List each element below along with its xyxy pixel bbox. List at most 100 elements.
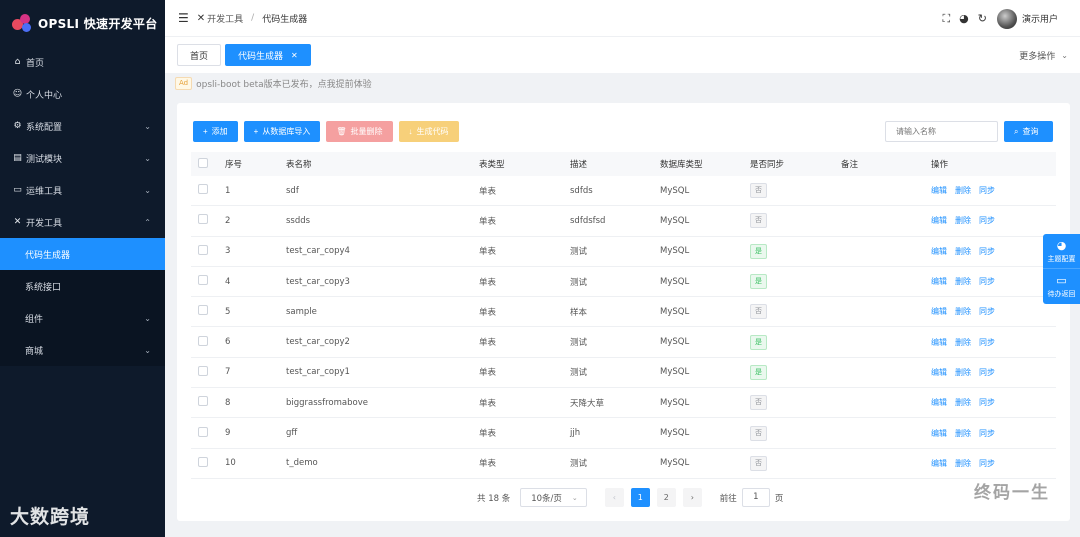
breadcrumb-parent[interactable]: 开发工具 bbox=[207, 12, 243, 25]
avatar[interactable] bbox=[996, 8, 1017, 29]
row-checkbox[interactable] bbox=[198, 305, 208, 316]
fullscreen-icon[interactable]: ⛶ bbox=[942, 12, 950, 26]
sync-cell: 是 bbox=[750, 334, 841, 350]
menu-toggle-icon[interactable]: ☰ bbox=[178, 11, 189, 25]
sidebar-subitem-2[interactable]: 组件 ⌄ bbox=[0, 302, 165, 334]
row-checkbox-cell[interactable] bbox=[191, 244, 225, 258]
generate-code-button[interactable]: ↓ 生成代码 bbox=[398, 121, 459, 142]
add-button[interactable]: + 添加 bbox=[193, 121, 238, 142]
edit-link[interactable]: 编辑 bbox=[931, 429, 947, 438]
edit-link[interactable]: 编辑 bbox=[931, 277, 947, 286]
row-checkbox[interactable] bbox=[198, 275, 208, 286]
row-checkbox-cell[interactable] bbox=[191, 365, 225, 379]
next-page-button[interactable]: › bbox=[682, 488, 702, 507]
sidebar-item-2[interactable]: ⚙ 系统配置 ⌄ bbox=[0, 110, 165, 142]
select-all-checkbox[interactable] bbox=[198, 157, 208, 168]
sync-link[interactable]: 同步 bbox=[979, 459, 995, 468]
chevron-down-icon: ⌄ bbox=[144, 121, 151, 131]
sidebar-item-0[interactable]: ⌂ 首页 bbox=[0, 46, 165, 78]
sync-link[interactable]: 同步 bbox=[979, 247, 995, 256]
edit-link[interactable]: 编辑 bbox=[931, 247, 947, 256]
row-checkbox-cell[interactable] bbox=[191, 396, 225, 409]
row-checkbox[interactable] bbox=[198, 214, 208, 225]
home-icon: ⌂ bbox=[14, 57, 21, 67]
page-size-select[interactable]: 10条/页 ⌄ bbox=[520, 488, 587, 507]
row-checkbox-cell[interactable] bbox=[191, 184, 225, 197]
table-row: 10 t_demo 单表 测试 MySQL 否 编辑 删除 同步 bbox=[191, 449, 1056, 479]
delete-link[interactable]: 删除 bbox=[955, 307, 971, 316]
tab-home[interactable]: 首页 bbox=[177, 44, 222, 66]
sync-link[interactable]: 同步 bbox=[979, 307, 995, 316]
row-checkbox[interactable] bbox=[198, 335, 208, 346]
edit-link[interactable]: 编辑 bbox=[931, 368, 947, 377]
goto-page-input[interactable]: 1 bbox=[741, 488, 770, 507]
close-icon[interactable]: ✕ bbox=[291, 51, 298, 60]
sidebar-subitem-3[interactable]: 商城 ⌄ bbox=[0, 334, 165, 366]
delete-link[interactable]: 删除 bbox=[955, 398, 971, 407]
palette-icon[interactable]: ◕ bbox=[959, 12, 969, 25]
row-checkbox-cell[interactable] bbox=[191, 305, 225, 318]
announcement-text[interactable]: opsli-boot beta版本已发布，点我提前体验 bbox=[196, 77, 372, 90]
row-actions: 编辑 删除 同步 bbox=[931, 367, 1056, 378]
row-checkbox-cell[interactable] bbox=[191, 214, 225, 227]
sync-link[interactable]: 同步 bbox=[979, 429, 995, 438]
sidebar-item-3[interactable]: ▤ 测试模块 ⌄ bbox=[0, 142, 165, 174]
edit-link[interactable]: 编辑 bbox=[931, 398, 947, 407]
row-checkbox-cell[interactable] bbox=[191, 335, 225, 349]
edit-link[interactable]: 编辑 bbox=[931, 459, 947, 468]
edit-link[interactable]: 编辑 bbox=[931, 338, 947, 347]
row-checkbox[interactable] bbox=[198, 426, 208, 437]
search-input[interactable] bbox=[885, 121, 998, 142]
sync-link[interactable]: 同步 bbox=[979, 216, 995, 225]
delete-link[interactable]: 删除 bbox=[955, 186, 971, 195]
feedback-button[interactable]: ▭ 待办返回 bbox=[1043, 269, 1080, 304]
announcement-bar[interactable]: Ad opsli-boot beta版本已发布，点我提前体验 bbox=[175, 74, 1080, 92]
import-from-db-button[interactable]: + 从数据库导入 bbox=[243, 121, 321, 142]
select-all-checkbox-cell[interactable] bbox=[191, 157, 225, 171]
sync-link[interactable]: 同步 bbox=[979, 186, 995, 195]
edit-link[interactable]: 编辑 bbox=[931, 307, 947, 316]
row-checkbox[interactable] bbox=[198, 244, 208, 255]
row-checkbox[interactable] bbox=[198, 184, 208, 195]
tab-code-generator[interactable]: 代码生成器 ✕ bbox=[225, 44, 311, 66]
delete-link[interactable]: 删除 bbox=[955, 338, 971, 347]
edit-link[interactable]: 编辑 bbox=[931, 216, 947, 225]
batch-delete-button[interactable]: 🗑 批量删除 bbox=[326, 121, 393, 142]
delete-link[interactable]: 删除 bbox=[955, 459, 971, 468]
db-type: MySQL bbox=[660, 306, 690, 317]
logo[interactable]: OPSLI 快速开发平台 bbox=[0, 0, 165, 46]
sidebar-subitem-1[interactable]: 系统接口 bbox=[0, 270, 165, 302]
row-checkbox-cell[interactable] bbox=[191, 275, 225, 288]
row-checkbox[interactable] bbox=[198, 396, 208, 407]
plus-icon: + bbox=[203, 127, 208, 136]
sidebar-subitem-0[interactable]: 代码生成器 bbox=[0, 238, 165, 270]
more-ops-dropdown[interactable]: 更多操作 ⌄ bbox=[1019, 37, 1068, 73]
page-button-1[interactable]: 1 bbox=[630, 488, 650, 507]
delete-link[interactable]: 删除 bbox=[955, 429, 971, 438]
edit-link[interactable]: 编辑 bbox=[931, 186, 947, 195]
delete-link[interactable]: 删除 bbox=[955, 247, 971, 256]
row-number: 9 bbox=[225, 428, 231, 439]
row-checkbox[interactable] bbox=[198, 456, 208, 467]
prev-page-button[interactable]: ‹ bbox=[604, 488, 624, 507]
user-name[interactable]: 演示用户 bbox=[1022, 12, 1058, 25]
sidebar-item-5[interactable]: ✕ 开发工具 ⌃ bbox=[0, 206, 165, 238]
theme-config-button[interactable]: ◕ 主题配置 bbox=[1043, 234, 1080, 269]
table-row: 1 sdf 单表 sdfds MySQL 否 编辑 删除 同步 bbox=[191, 176, 1056, 207]
search-button[interactable]: ⌕ 查询 bbox=[1004, 121, 1053, 142]
delete-link[interactable]: 删除 bbox=[955, 277, 971, 286]
sync-link[interactable]: 同步 bbox=[979, 368, 995, 377]
sync-link[interactable]: 同步 bbox=[979, 277, 995, 286]
row-checkbox-cell[interactable] bbox=[191, 456, 225, 470]
sync-link[interactable]: 同步 bbox=[979, 338, 995, 347]
sync-cell: 否 bbox=[750, 183, 841, 199]
row-checkbox[interactable] bbox=[198, 365, 208, 376]
delete-link[interactable]: 删除 bbox=[955, 216, 971, 225]
sidebar-item-1[interactable]: ☺ 个人中心 bbox=[0, 78, 165, 110]
page-button-2[interactable]: 2 bbox=[656, 488, 676, 507]
delete-link[interactable]: 删除 bbox=[955, 368, 971, 377]
refresh-icon[interactable]: ↻ bbox=[978, 12, 987, 25]
sidebar-item-4[interactable]: ▭ 运维工具 ⌄ bbox=[0, 174, 165, 206]
row-checkbox-cell[interactable] bbox=[191, 426, 225, 440]
sync-link[interactable]: 同步 bbox=[979, 398, 995, 407]
